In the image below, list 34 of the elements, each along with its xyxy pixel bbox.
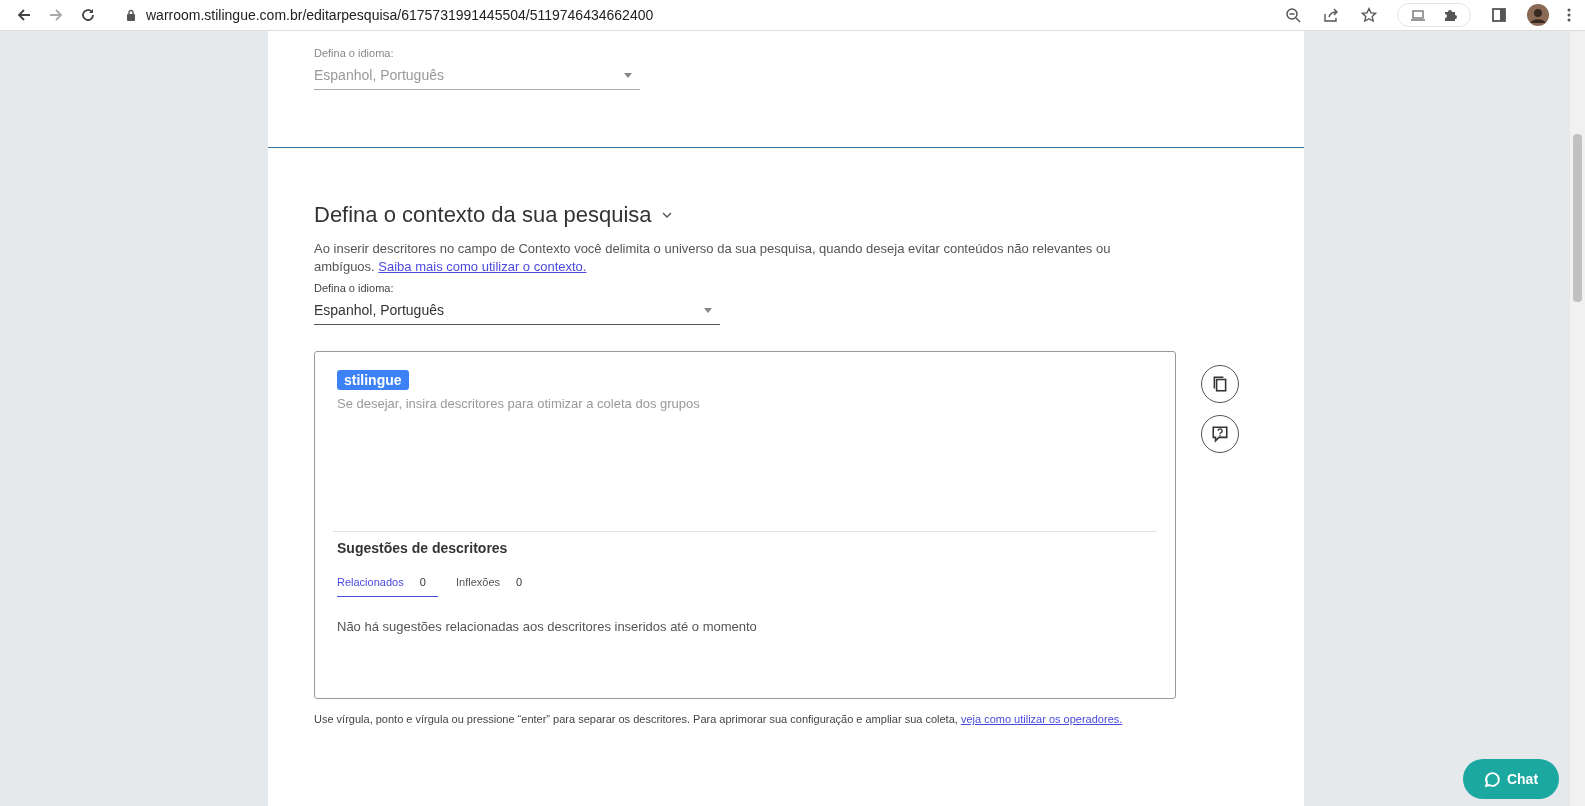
star-icon[interactable] <box>1361 7 1377 23</box>
chevron-down-icon[interactable] <box>661 212 672 218</box>
avatar-icon[interactable] <box>1527 4 1549 26</box>
help-button[interactable] <box>1201 415 1239 453</box>
help-bubble-icon <box>1211 425 1229 443</box>
url-text[interactable]: warroom.stilingue.com.br/editarpesquisa/6175731991445504/5119746434662400 <box>146 7 654 23</box>
section-title: Defina o contexto da sua pesquisa <box>314 202 652 228</box>
puzzle-icon[interactable] <box>1442 7 1458 23</box>
dropdown-arrow-icon <box>624 72 632 78</box>
field-label: Defina o idioma: <box>314 282 395 294</box>
descriptor-tag[interactable]: stilingue <box>337 370 409 390</box>
field-label: Defina o idioma: <box>314 47 395 59</box>
back-icon[interactable] <box>16 7 32 23</box>
suggestion-tab[interactable]: Relacionados 0 <box>337 576 438 597</box>
help-text: Use vírgula, ponto e vírgula ou pressione “enter” para separar os descritores. Para aprimorar sua configuração e ampliar sua coleta, veja como utilizar os operadores. <box>314 713 1124 725</box>
language-select[interactable]: Espanhol, Português <box>314 300 720 325</box>
dropdown-arrow-icon <box>704 307 712 313</box>
empty-message: Não há sugestões relacionadas aos descritores inseridos até o momento <box>337 619 758 634</box>
zoom-out-icon[interactable] <box>1285 7 1301 23</box>
chat-bubble-icon <box>1483 770 1501 788</box>
share-icon[interactable] <box>1323 7 1339 23</box>
copy-button[interactable] <box>1201 365 1239 403</box>
description: Ao inserir descritores no campo de Contexto você delimita o universo da sua pesquisa, quando deseja evitar conteúdos não relevantes ou ambíguos. Saiba mais como utilizar o contexto. <box>314 240 1112 276</box>
sidebar-icon[interactable] <box>1491 7 1507 23</box>
laptop-icon[interactable] <box>1410 7 1426 23</box>
scrollbar[interactable] <box>1570 31 1585 806</box>
suggestion-tab[interactable]: Inflexões 0 <box>456 576 557 597</box>
lock-icon <box>126 9 136 21</box>
suggestions-title: Sugestões de descritores <box>337 540 509 556</box>
operators-link[interactable]: veja como utilizar os operadores. <box>960 713 1123 725</box>
reload-icon[interactable] <box>80 7 96 23</box>
copy-icon <box>1211 375 1229 393</box>
menu-icon[interactable] <box>1567 7 1571 23</box>
context-help-link[interactable]: Saiba mais como utilizar o contexto. <box>378 259 587 274</box>
